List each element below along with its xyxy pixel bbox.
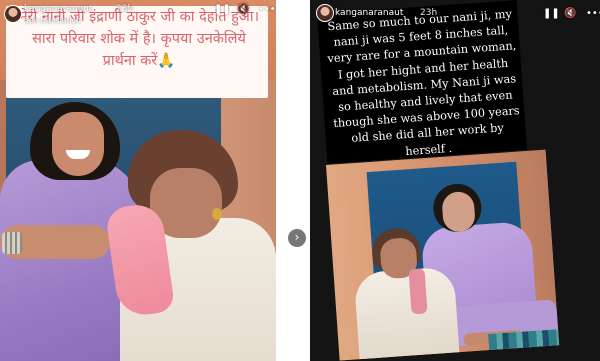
timestamp: 23h — [116, 4, 134, 14]
story-caption-english: Same so much to our nani ji, my nani ji … — [327, 7, 521, 158]
photo-pink-scarf — [408, 268, 428, 315]
mute-icon[interactable]: 🔇 — [564, 8, 576, 20]
username[interactable]: kanganaranaut — [24, 4, 92, 14]
photo-earring — [212, 208, 222, 220]
more-options-icon[interactable]: ••• — [586, 8, 600, 20]
timestamp: 23h — [420, 8, 438, 18]
chevron-right-icon[interactable]: › — [288, 229, 306, 247]
story-header: kanganaranaut 23h ❚❚ 🔇 ••• — [310, 0, 600, 28]
photo-woman-face — [52, 112, 104, 176]
photo-rug — [488, 327, 560, 359]
story-left[interactable]: मेरी नानी जी इंद्राणी ठाकुर जी का देहांत… — [0, 0, 276, 361]
avatar[interactable] — [4, 5, 22, 23]
photo-elder-white-suit — [353, 266, 460, 361]
mute-icon[interactable]: 🔇 — [237, 4, 249, 16]
more-options-icon[interactable]: ••• — [258, 4, 276, 16]
story-photo — [326, 149, 560, 361]
photo-woman-face — [441, 190, 476, 233]
pause-icon[interactable]: ❚❚ — [543, 8, 560, 20]
username[interactable]: kanganaranaut — [335, 8, 403, 18]
story-right[interactable]: Same so much to our nani ji, my nani ji … — [310, 0, 600, 361]
story-header: kanganaranaut 23h See translation ❚❚ 🔇 •… — [0, 0, 276, 28]
see-translation-link[interactable]: See translation — [24, 16, 81, 25]
pause-icon[interactable]: ❚❚ — [214, 4, 231, 16]
avatar[interactable] — [316, 4, 334, 22]
photo-bangles — [2, 232, 22, 254]
